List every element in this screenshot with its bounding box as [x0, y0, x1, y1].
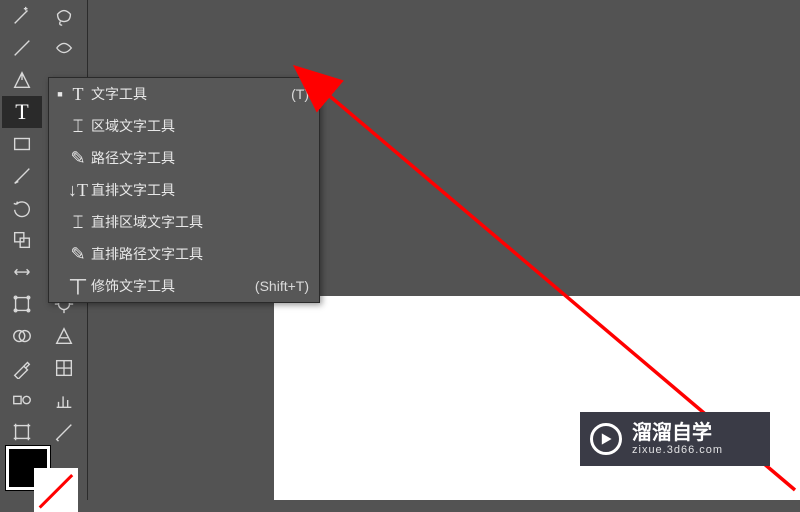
tool-magic-wand[interactable]	[2, 0, 42, 32]
flyout-item-label: 直排文字工具	[91, 180, 309, 200]
flyout-item-type[interactable]: ■ T 文字工具 (T)	[49, 78, 319, 110]
document-canvas[interactable]	[274, 296, 800, 500]
touch-type-icon: 丅	[65, 273, 91, 299]
tool-perspective[interactable]	[44, 320, 84, 352]
tool-blend[interactable]	[2, 384, 42, 416]
tool-pen[interactable]	[2, 64, 42, 96]
type-tool-flyout: ■ T 文字工具 (T) ⌶ 区域文字工具 ✎ 路径文字工具 ↓T 直排文字工具…	[48, 77, 320, 303]
flyout-item-shortcut: (Shift+T)	[255, 278, 309, 294]
color-swatches	[0, 442, 88, 500]
flyout-item-touch-type[interactable]: 丅 修饰文字工具 (Shift+T)	[49, 270, 319, 302]
flyout-item-label: 直排路径文字工具	[91, 244, 309, 264]
flyout-item-label: 直排区域文字工具	[91, 212, 309, 232]
type-tool-icon: T	[65, 84, 91, 105]
flyout-item-label: 文字工具	[91, 84, 291, 104]
tool-rectangle[interactable]	[2, 128, 42, 160]
flyout-item-label: 路径文字工具	[91, 148, 309, 168]
tool-arc[interactable]	[44, 32, 84, 64]
tool-width[interactable]	[2, 256, 42, 288]
tool-mesh[interactable]	[44, 352, 84, 384]
tool-free-transform[interactable]	[2, 288, 42, 320]
flyout-item-area-type[interactable]: ⌶ 区域文字工具	[49, 110, 319, 142]
stroke-swatch[interactable]	[34, 468, 78, 512]
tool-line-segment[interactable]	[2, 32, 42, 64]
tool-graph[interactable]	[44, 384, 84, 416]
area-type-icon: ⌶	[65, 116, 91, 137]
watermark-title: 溜溜自学	[632, 422, 723, 444]
watermark-url: zixue.3d66.com	[632, 444, 723, 456]
flyout-selected-dot: ■	[55, 89, 65, 99]
flyout-item-label: 区域文字工具	[91, 116, 309, 136]
flyout-item-vertical-area-type[interactable]: ⌶ 直排区域文字工具	[49, 206, 319, 238]
tool-brush[interactable]	[2, 160, 42, 192]
flyout-item-shortcut: (T)	[291, 86, 309, 102]
path-type-icon: ✎	[65, 148, 91, 169]
tool-type[interactable]: T	[2, 96, 42, 128]
flyout-item-vertical-type[interactable]: ↓T 直排文字工具	[49, 174, 319, 206]
watermark-badge: 溜溜自学 zixue.3d66.com	[580, 412, 770, 466]
tool-rotate[interactable]	[2, 192, 42, 224]
flyout-item-path-type[interactable]: ✎ 路径文字工具	[49, 142, 319, 174]
flyout-item-label: 修饰文字工具	[91, 276, 255, 296]
play-icon	[590, 423, 622, 455]
tool-scale[interactable]	[2, 224, 42, 256]
vertical-type-icon: ↓T	[65, 180, 91, 201]
tool-eyedropper[interactable]	[2, 352, 42, 384]
flyout-item-vertical-path-type[interactable]: ✎ 直排路径文字工具	[49, 238, 319, 270]
vertical-area-type-icon: ⌶	[65, 212, 91, 233]
tool-lasso[interactable]	[44, 0, 84, 32]
tool-shape-builder[interactable]	[2, 320, 42, 352]
vertical-path-type-icon: ✎	[65, 244, 91, 265]
